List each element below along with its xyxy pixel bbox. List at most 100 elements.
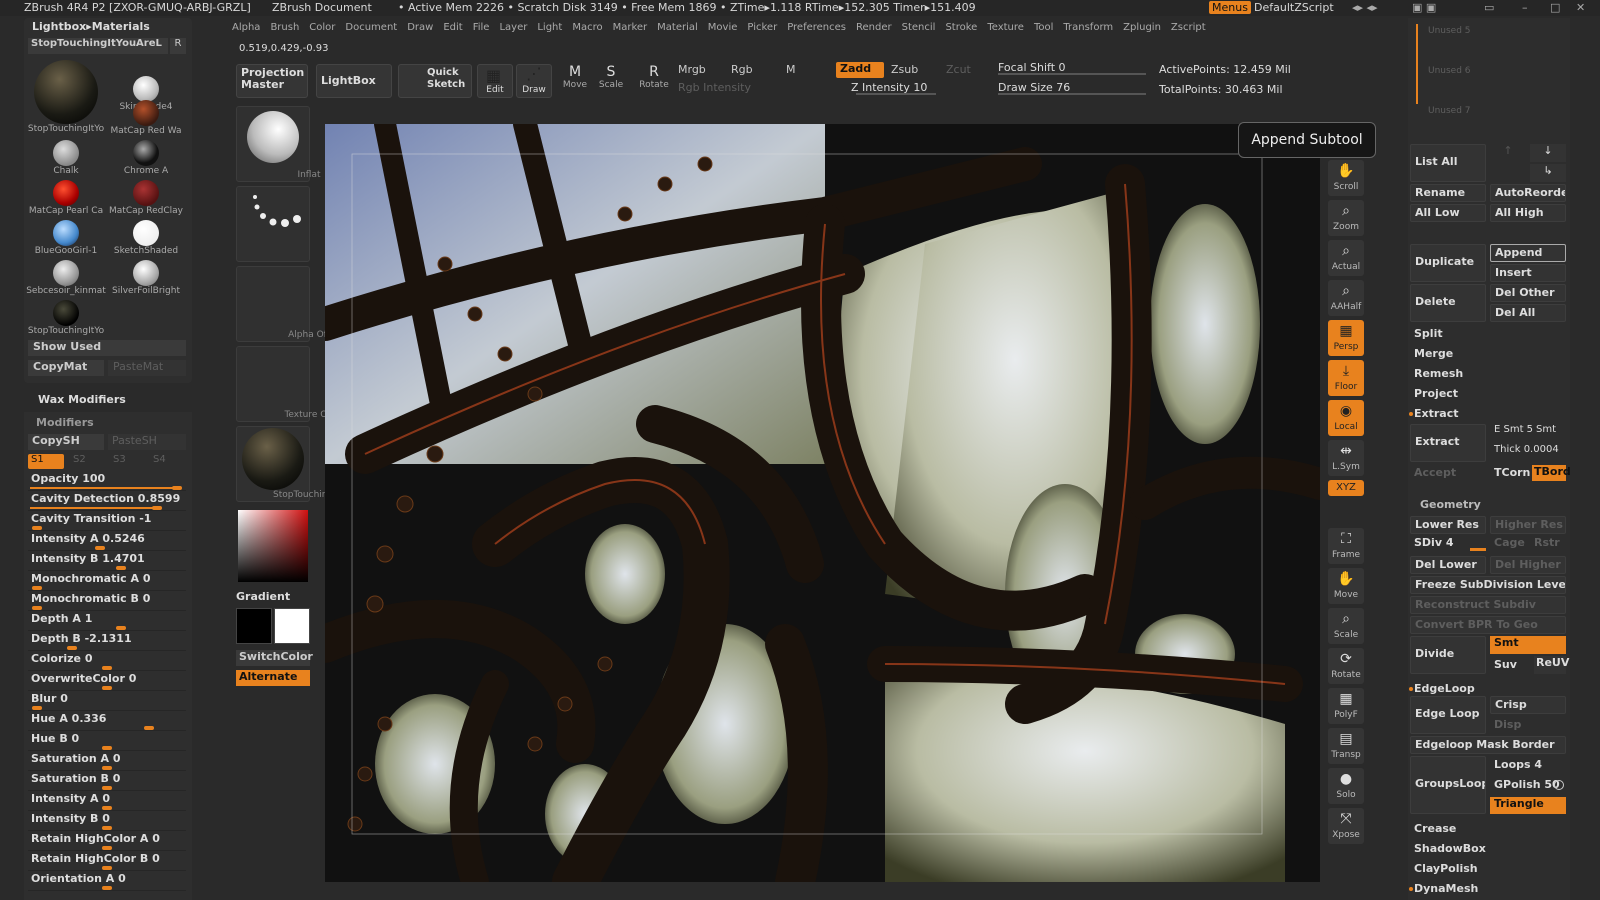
- menu-item-macro[interactable]: Macro: [572, 22, 602, 33]
- modifier-slider[interactable]: Retain HighColor A 0: [28, 832, 186, 851]
- thick-slider[interactable]: Thick 0.0004: [1494, 444, 1559, 455]
- menu-item-color[interactable]: Color: [309, 22, 335, 33]
- modifier-slider[interactable]: Saturation A 0: [28, 752, 186, 771]
- gpolish-slider[interactable]: GPolish 50: [1494, 778, 1560, 791]
- modifier-slider[interactable]: Cavity Transition -1: [28, 512, 186, 531]
- modifier-slider[interactable]: Hue A 0.336: [28, 712, 186, 731]
- merge-subpalette[interactable]: Merge: [1414, 347, 1453, 360]
- menu-item-texture[interactable]: Texture: [987, 22, 1024, 33]
- delete-button[interactable]: Delete: [1410, 284, 1486, 322]
- menu-item-render[interactable]: Render: [856, 22, 892, 33]
- menu-item-transform[interactable]: Transform: [1063, 22, 1113, 33]
- move-down-icon[interactable]: ↓: [1530, 144, 1566, 162]
- autoreorder-button[interactable]: AutoReorder: [1490, 184, 1566, 202]
- move-button[interactable]: M Move: [559, 64, 591, 90]
- del-lower-button[interactable]: Del Lower: [1410, 556, 1486, 574]
- rgb-button[interactable]: Rgb: [731, 63, 753, 76]
- tbord-button[interactable]: TBord: [1532, 465, 1571, 481]
- persp-button[interactable]: ▦ Persp: [1328, 320, 1364, 356]
- remesh-subpalette[interactable]: Remesh: [1414, 367, 1463, 380]
- zcut-button[interactable]: Zcut: [946, 63, 971, 76]
- menu-item-tool[interactable]: Tool: [1034, 22, 1053, 33]
- convert-bpr-button[interactable]: Convert BPR To Geo: [1410, 616, 1566, 634]
- slider-handle[interactable]: [102, 686, 112, 690]
- edge-loop-button[interactable]: Edge Loop: [1410, 696, 1486, 734]
- scale-button[interactable]: S Scale: [595, 64, 627, 90]
- slider-handle[interactable]: [95, 546, 105, 550]
- append-button[interactable]: Append: [1490, 244, 1566, 262]
- del-all-button[interactable]: Del All: [1490, 304, 1566, 322]
- copysh-button[interactable]: CopySH: [28, 434, 104, 450]
- menu-item-document[interactable]: Document: [345, 22, 397, 33]
- solo-button[interactable]: ● Solo: [1328, 768, 1364, 804]
- tab-s3[interactable]: S3: [110, 454, 146, 465]
- main-color-swatch[interactable]: [274, 608, 310, 644]
- rotate-button[interactable]: R Rotate: [637, 64, 671, 90]
- material-thumb[interactable]: BlueGooGirl-1: [26, 220, 106, 256]
- material-thumb[interactable]: Chrome A: [106, 140, 186, 176]
- window-arrows-icon[interactable]: ◂▸ ◂▸: [1352, 1, 1378, 14]
- modifier-slider[interactable]: OverwriteColor 0: [28, 672, 186, 691]
- menu-item-movie[interactable]: Movie: [708, 22, 738, 33]
- material-thumb[interactable]: Chalk: [26, 140, 106, 176]
- project-subpalette[interactable]: Project: [1414, 387, 1458, 400]
- menu-item-draw[interactable]: Draw: [407, 22, 433, 33]
- menu-item-marker[interactable]: Marker: [613, 22, 648, 33]
- slider-handle[interactable]: [102, 846, 112, 850]
- material-thumb[interactable]: StopTouchingItYo: [26, 300, 106, 336]
- slider-handle[interactable]: [116, 566, 126, 570]
- subtool-slot[interactable]: Unused 7: [1428, 106, 1471, 116]
- actual-button[interactable]: ⌕ Actual: [1328, 240, 1364, 276]
- menu-item-preferences[interactable]: Preferences: [787, 22, 846, 33]
- switchcolor-button[interactable]: SwitchColor: [236, 650, 313, 666]
- menu-item-edit[interactable]: Edit: [443, 22, 462, 33]
- slider-handle[interactable]: [116, 626, 126, 630]
- geometry-header[interactable]: Geometry: [1420, 498, 1481, 511]
- material-thumb[interactable]: MatCap Red Wa: [106, 100, 186, 136]
- pastemat-button[interactable]: PasteMat: [108, 360, 186, 376]
- xpose-button[interactable]: ⤧ Xpose: [1328, 808, 1364, 844]
- layout-icon[interactable]: ▣ ▣: [1412, 1, 1436, 14]
- menu-item-brush[interactable]: Brush: [270, 22, 299, 33]
- lsym-button[interactable]: ⇹ L.Sym: [1328, 440, 1364, 476]
- slider-handle[interactable]: [102, 746, 112, 750]
- scroll-button[interactable]: ✋ Scroll: [1328, 160, 1364, 196]
- slider-handle[interactable]: [102, 886, 112, 890]
- sdiv-slider-fill[interactable]: [1470, 548, 1486, 551]
- s-smt-slider[interactable]: Smt: [1536, 424, 1556, 435]
- groupsloops-button[interactable]: GroupsLoops: [1410, 756, 1486, 814]
- edgeloop-subpalette[interactable]: EdgeLoop: [1414, 682, 1475, 695]
- modifier-slider[interactable]: Hue B 0: [28, 732, 186, 751]
- modifier-slider[interactable]: Depth B -2.1311: [28, 632, 186, 651]
- slider-handle[interactable]: [102, 666, 112, 670]
- insert-button[interactable]: Insert: [1490, 264, 1566, 282]
- menu-item-zscript[interactable]: Zscript: [1171, 22, 1206, 33]
- move-button[interactable]: ✋ Move: [1328, 568, 1364, 604]
- stroke-slot[interactable]: Dots: [236, 186, 349, 262]
- draw-size-track[interactable]: [998, 93, 1146, 95]
- slider-handle[interactable]: [144, 726, 154, 730]
- projection-master-button[interactable]: Projection Master: [236, 64, 308, 98]
- modifier-slider[interactable]: Monochromatic A 0: [28, 572, 186, 591]
- rgb-intensity-slider[interactable]: Rgb Intensity: [678, 81, 751, 94]
- rotate-button[interactable]: ⟳ Rotate: [1328, 648, 1364, 684]
- menu-item-light[interactable]: Light: [537, 22, 562, 33]
- crisp-toggle[interactable]: Crisp: [1490, 696, 1566, 714]
- texture-slot[interactable]: Texture Off: [236, 346, 334, 422]
- pastesh-button[interactable]: PasteSH: [108, 434, 186, 450]
- menu-item-alpha[interactable]: Alpha: [232, 22, 260, 33]
- material-thumb[interactable]: SketchShaded: [106, 220, 186, 256]
- duplicate-button[interactable]: Duplicate: [1410, 244, 1486, 282]
- menu-item-file[interactable]: File: [473, 22, 490, 33]
- lock-icon[interactable]: ▭: [1484, 1, 1494, 14]
- rename-button[interactable]: Rename: [1410, 184, 1486, 202]
- transp-button[interactable]: ▤ Transp: [1328, 728, 1364, 764]
- brush-slot[interactable]: Inflat: [236, 106, 321, 182]
- focal-shift-track[interactable]: [998, 73, 1146, 75]
- z-intensity-track[interactable]: [856, 93, 936, 95]
- modifier-slider[interactable]: Intensity A 0: [28, 792, 186, 811]
- menu-item-material[interactable]: Material: [657, 22, 698, 33]
- crease-subpalette[interactable]: Crease: [1414, 822, 1456, 835]
- loops-slider[interactable]: Loops 4: [1494, 758, 1542, 771]
- menu-item-zplugin[interactable]: Zplugin: [1123, 22, 1161, 33]
